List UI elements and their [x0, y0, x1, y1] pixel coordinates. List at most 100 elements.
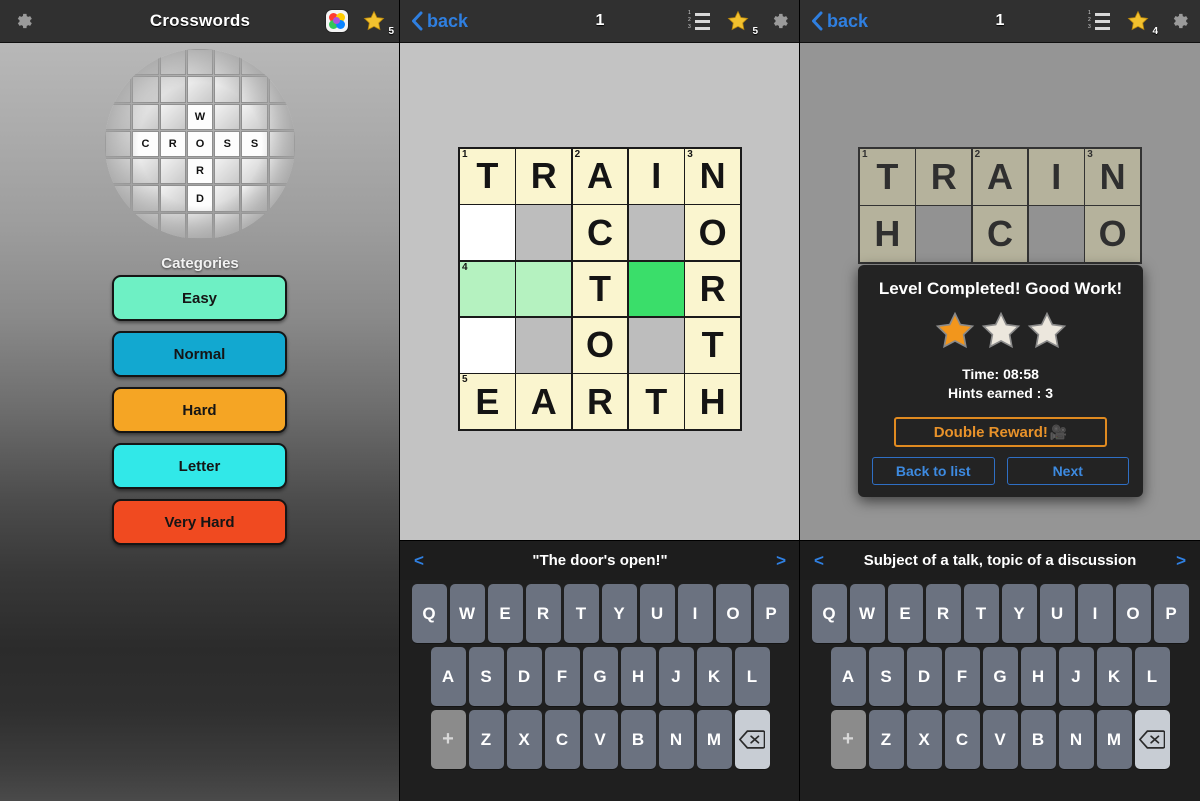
crossword-cell[interactable]: C — [972, 206, 1028, 262]
crossword-cell[interactable]: R — [516, 149, 572, 204]
key-b[interactable]: B — [620, 710, 656, 769]
key-i[interactable]: I — [1077, 584, 1113, 643]
key-h[interactable]: H — [1020, 647, 1056, 706]
key-d[interactable]: D — [906, 647, 942, 706]
prev-clue-button[interactable]: < — [414, 551, 424, 571]
key-w[interactable]: W — [449, 584, 485, 643]
crossword-cell[interactable]: R — [916, 149, 972, 205]
key-s[interactable]: S — [468, 647, 504, 706]
key-q[interactable]: Q — [811, 584, 847, 643]
key-h[interactable]: H — [620, 647, 656, 706]
key-s[interactable]: S — [868, 647, 904, 706]
key-f[interactable]: F — [944, 647, 980, 706]
crossword-cell[interactable]: O — [685, 205, 740, 261]
crossword-cell[interactable]: A — [516, 374, 572, 429]
crossword-cell[interactable]: 2A — [972, 149, 1028, 205]
crossword-cell[interactable] — [628, 317, 684, 373]
crossword-cell[interactable]: I — [1028, 149, 1084, 205]
crossword-grid[interactable]: 1TR2AI3N H C O — [858, 147, 1142, 264]
key-z[interactable]: Z — [468, 710, 504, 769]
key-p[interactable]: P — [753, 584, 789, 643]
crossword-cell[interactable]: 2A — [572, 149, 628, 204]
key-a[interactable]: A — [430, 647, 466, 706]
crossword-cell[interactable] — [628, 205, 684, 261]
crossword-cell[interactable] — [628, 261, 684, 317]
crossword-cell[interactable]: H — [860, 206, 915, 262]
key-plus[interactable]: + — [830, 710, 866, 769]
numbered-list-icon[interactable]: 1 2 3 — [688, 11, 710, 30]
key-e[interactable]: E — [487, 584, 523, 643]
key-r[interactable]: R — [525, 584, 561, 643]
key-t[interactable]: T — [963, 584, 999, 643]
star-icon[interactable]: 5 — [726, 9, 758, 37]
crossword-cell[interactable]: O — [1085, 206, 1140, 262]
crossword-cell[interactable]: 1T — [460, 149, 515, 204]
crossword-cell[interactable]: H — [685, 374, 740, 429]
next-button[interactable]: Next — [1006, 457, 1129, 485]
key-x[interactable]: X — [906, 710, 942, 769]
key-k[interactable]: K — [696, 647, 732, 706]
crossword-cell[interactable] — [516, 261, 572, 317]
key-c[interactable]: C — [944, 710, 980, 769]
gear-icon[interactable] — [14, 11, 34, 31]
key-w[interactable]: W — [849, 584, 885, 643]
key-u[interactable]: U — [639, 584, 675, 643]
gear-icon[interactable] — [1170, 11, 1190, 31]
double-reward-button[interactable]: Double Reward! 🎥 — [894, 417, 1107, 447]
key-l[interactable]: L — [1134, 647, 1170, 706]
key-o[interactable]: O — [1115, 584, 1151, 643]
key-z[interactable]: Z — [868, 710, 904, 769]
crossword-cell[interactable]: I — [628, 149, 684, 204]
key-c[interactable]: C — [544, 710, 580, 769]
key-g[interactable]: G — [982, 647, 1018, 706]
key-j[interactable]: J — [658, 647, 694, 706]
key-plus[interactable]: + — [430, 710, 466, 769]
backspace-icon[interactable] — [1134, 710, 1170, 769]
key-i[interactable]: I — [677, 584, 713, 643]
numbered-list-icon[interactable]: 1 2 3 — [1088, 11, 1110, 30]
crossword-cell[interactable] — [516, 205, 572, 261]
category-button-easy[interactable]: Easy — [112, 275, 287, 321]
category-button-letter[interactable]: Letter — [112, 443, 287, 489]
key-a[interactable]: A — [830, 647, 866, 706]
crossword-cell[interactable]: T — [628, 374, 684, 429]
crossword-cell[interactable] — [460, 205, 515, 261]
key-p[interactable]: P — [1153, 584, 1189, 643]
gear-icon[interactable] — [770, 11, 790, 31]
key-j[interactable]: J — [1058, 647, 1094, 706]
crossword-cell[interactable]: 3N — [685, 149, 740, 204]
key-u[interactable]: U — [1039, 584, 1075, 643]
star-icon[interactable]: 4 — [1126, 9, 1158, 37]
next-clue-button[interactable]: > — [776, 551, 786, 571]
prev-clue-button[interactable]: < — [814, 551, 824, 571]
crossword-cell[interactable]: R — [685, 261, 740, 317]
category-button-hard[interactable]: Hard — [112, 387, 287, 433]
key-d[interactable]: D — [506, 647, 542, 706]
key-l[interactable]: L — [734, 647, 770, 706]
key-n[interactable]: N — [1058, 710, 1094, 769]
back-to-list-button[interactable]: Back to list — [872, 457, 995, 485]
crossword-cell[interactable]: O — [572, 317, 628, 373]
star-icon[interactable]: 5 — [362, 9, 394, 37]
crossword-cell[interactable] — [516, 317, 572, 373]
key-k[interactable]: K — [1096, 647, 1132, 706]
key-g[interactable]: G — [582, 647, 618, 706]
key-m[interactable]: M — [696, 710, 732, 769]
crossword-cell[interactable]: 5E — [460, 374, 515, 429]
key-b[interactable]: B — [1020, 710, 1056, 769]
category-button-normal[interactable]: Normal — [112, 331, 287, 377]
app-grid-icon[interactable] — [326, 10, 348, 32]
key-y[interactable]: Y — [601, 584, 637, 643]
crossword-cell[interactable] — [460, 317, 515, 373]
crossword-cell[interactable]: 1T — [860, 149, 915, 205]
crossword-cell[interactable]: C — [572, 205, 628, 261]
crossword-cell[interactable] — [1028, 206, 1084, 262]
crossword-cell[interactable]: T — [685, 317, 740, 373]
key-x[interactable]: X — [506, 710, 542, 769]
crossword-cell[interactable]: 4 — [460, 261, 515, 317]
backspace-icon[interactable] — [734, 710, 770, 769]
key-v[interactable]: V — [582, 710, 618, 769]
crossword-cell[interactable]: R — [572, 374, 628, 429]
crossword-cell[interactable]: 3N — [1085, 149, 1140, 205]
key-y[interactable]: Y — [1001, 584, 1037, 643]
